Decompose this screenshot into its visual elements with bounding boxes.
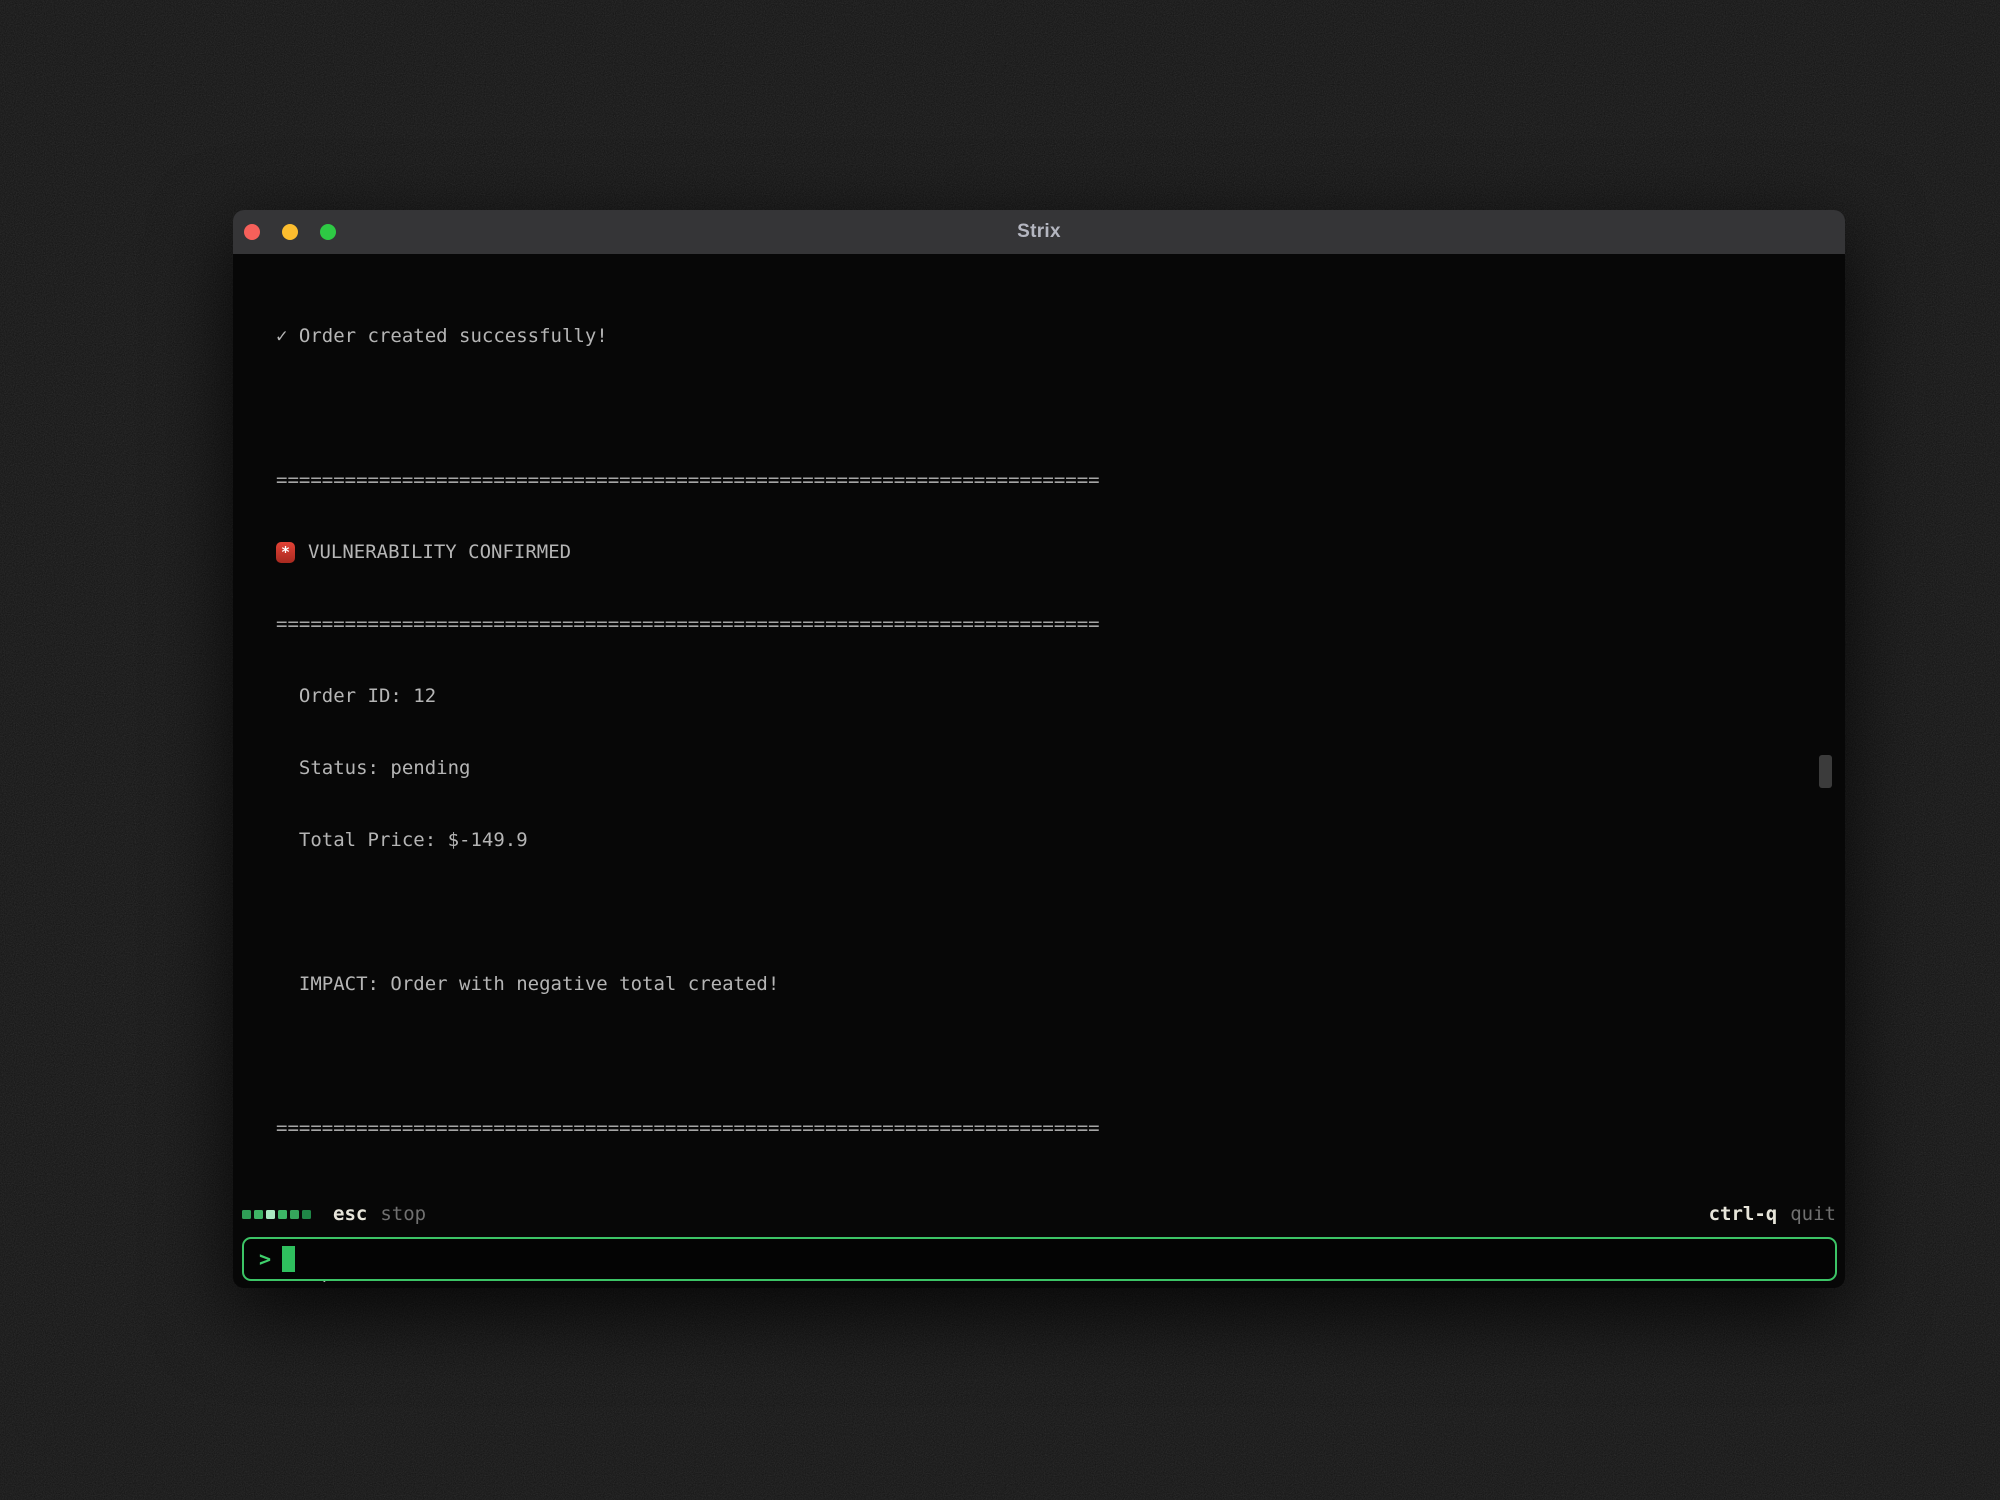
order-id-line: Order ID: 12	[276, 684, 1845, 708]
order-created-line: ✓ Order created successfully!	[276, 324, 1845, 348]
esc-key-hint: esc	[333, 1203, 367, 1225]
esc-action-label: stop	[380, 1203, 426, 1225]
separator-line: ========================================…	[276, 612, 1845, 636]
spinner-icon	[242, 1210, 311, 1219]
footer-right: ctrl-q quit	[1709, 1203, 1836, 1225]
command-input[interactable]: >	[242, 1237, 1837, 1281]
close-button[interactable]	[244, 224, 260, 240]
prompt-symbol: >	[259, 1247, 271, 1271]
terminal-content: ✓ Order created successfully! ==========…	[233, 254, 1845, 1288]
impact-line: IMPACT: Order with negative total create…	[276, 972, 1845, 996]
ctrl-q-key-hint: ctrl-q	[1709, 1203, 1778, 1225]
total-price-line: Total Price: $-149.9	[276, 828, 1845, 852]
text-cursor	[282, 1246, 295, 1272]
minimize-button[interactable]	[282, 224, 298, 240]
separator-line: ========================================…	[276, 468, 1845, 492]
scrollbar-thumb[interactable]	[1819, 755, 1832, 788]
status-line: Status: pending	[276, 756, 1845, 780]
vulnerability-confirmed-line: * VULNERABILITY CONFIRMED	[276, 540, 1845, 564]
zoom-button[interactable]	[320, 224, 336, 240]
footer-hints: esc stop ctrl-q quit	[242, 1202, 1836, 1226]
blank-line	[276, 1044, 1845, 1068]
terminal-window: Strix ✓ Order created successfully! ====…	[233, 210, 1845, 1288]
window-titlebar: Strix	[233, 210, 1845, 254]
siren-icon: *	[276, 542, 295, 563]
blank-line	[276, 396, 1845, 420]
window-title: Strix	[233, 221, 1845, 243]
blank-line	[276, 900, 1845, 924]
terminal-output: ✓ Order created successfully! ==========…	[233, 254, 1845, 1288]
traffic-lights	[244, 210, 336, 254]
quit-action-label: quit	[1790, 1203, 1836, 1225]
footer-left: esc stop	[242, 1203, 426, 1225]
separator-line: ========================================…	[276, 1116, 1845, 1140]
vulnerability-confirmed-text: VULNERABILITY CONFIRMED	[308, 540, 571, 564]
